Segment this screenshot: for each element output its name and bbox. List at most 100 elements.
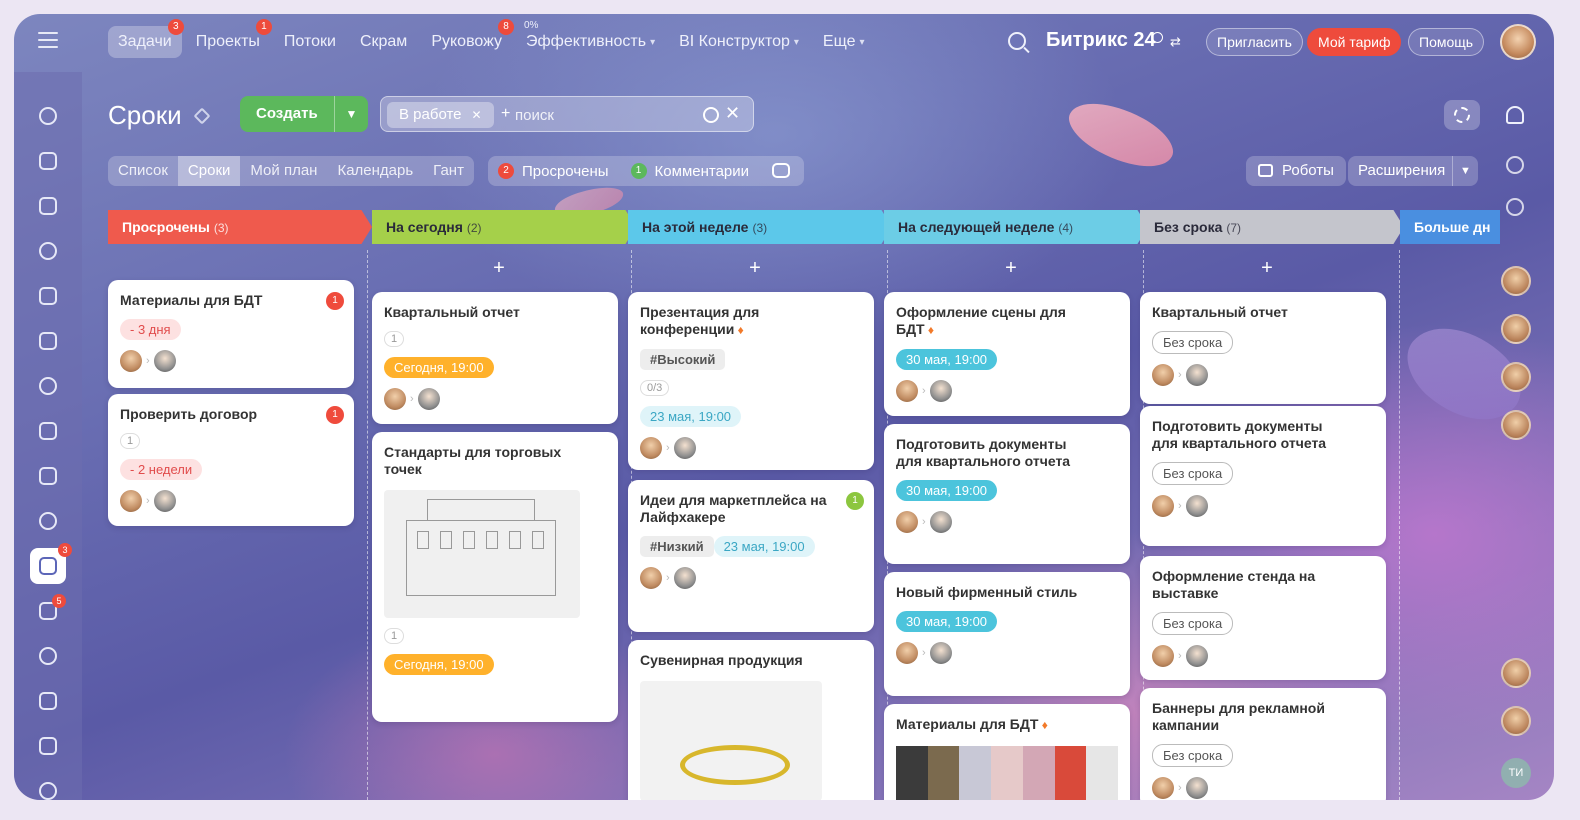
chevron-down-icon[interactable]: ▼ [1452,156,1478,186]
chevron-down-icon[interactable]: ▼ [334,96,368,132]
pin-icon[interactable] [193,107,211,125]
switch-icon[interactable]: ⇄ [1170,34,1181,50]
tab-2[interactable]: Мой план [240,156,327,186]
deadline-tag[interactable]: Сегодня, 19:00 [384,357,494,378]
sidebar-item-chat[interactable] [36,149,60,173]
task-card[interactable]: Идеи для маркетплейса на Лайфхакере 1 #Низ… [628,480,874,632]
contact-avatar[interactable] [1501,658,1531,688]
help-button[interactable]: Помощь [1408,28,1485,56]
nav-item[interactable]: BI Конструктор ▾ [669,26,809,58]
creator-avatar[interactable] [1152,777,1174,799]
sidebar-item-target[interactable] [36,239,60,263]
deadline-tag[interactable]: 30 мая, 19:00 [896,480,998,501]
creator-avatar[interactable] [640,437,662,459]
responsible-avatar[interactable] [1185,777,1208,799]
task-card[interactable]: Презентация для конференции ♦ #Высокий 0/3… [628,292,874,470]
task-title[interactable]: Сувенирная продукция [640,652,862,669]
extensions-button[interactable]: Расширения ▼ [1348,156,1478,186]
deadline-tag[interactable]: Без срока [1152,612,1234,635]
deadline-tag[interactable]: - 3 дня [120,319,181,340]
column-header[interactable]: На сегодня (2) [372,210,636,244]
copilot-icon[interactable] [1506,198,1524,216]
task-title[interactable]: Новый фирменный стиль [896,584,1118,601]
task-card[interactable]: Сувенирная продукция [628,640,874,800]
task-card[interactable]: Подготовить документы для квартального о… [1140,406,1386,546]
menu-icon[interactable] [38,32,58,48]
add-task-button[interactable]: + [884,256,1138,280]
contact-avatar[interactable] [1501,314,1531,344]
my-tariff-button[interactable]: Мой тариф [1307,28,1402,56]
nav-item[interactable]: Проекты 1 [186,19,272,58]
chat-icon[interactable] [772,163,790,178]
deadline-tag[interactable]: 30 мая, 19:00 [896,611,998,632]
task-card[interactable]: Проверить договор 1 1 - 2 недели › [108,394,354,526]
task-card[interactable]: Стандарты для торговых точек 1 Сегодня, 19… [372,432,618,722]
task-card[interactable]: Оформление стенда на выставке Без срока › [1140,556,1386,680]
sidebar-item-calendar[interactable] [36,284,60,308]
responsible-avatar[interactable] [929,380,952,402]
column-header[interactable]: Просрочены (3) [108,210,372,244]
responsible-avatar[interactable] [673,567,696,589]
priority-tag[interactable]: #Высокий [640,349,726,370]
responsible-avatar[interactable] [673,437,696,459]
sidebar-item-document[interactable] [36,329,60,353]
task-title[interactable]: Подготовить документы для квартального о… [896,436,1118,470]
search-input[interactable] [515,103,695,127]
responsible-avatar[interactable] [929,642,952,664]
tab-1[interactable]: Сроки [177,156,241,186]
responsible-avatar[interactable] [1185,364,1208,386]
contact-initials[interactable]: ТИ [1501,758,1531,788]
creator-avatar[interactable] [1152,495,1174,517]
filter-chip[interactable]: В работе ✕ [387,102,494,128]
overdue-filter[interactable]: Просрочены [522,163,609,180]
responsible-avatar[interactable] [929,511,952,533]
plus-icon[interactable]: + [501,105,510,123]
deadline-tag[interactable]: - 2 недели [120,459,203,480]
deadline-tag[interactable]: 30 мая, 19:00 [896,349,998,370]
creator-avatar[interactable] [896,511,918,533]
brand-logo[interactable]: Битрикс 24 [1046,29,1156,52]
task-title[interactable]: Баннеры для рекламной кампании [1152,700,1374,734]
sidebar-item-goal[interactable] [36,734,60,758]
nav-item[interactable]: Эффективность ▾ 0% [516,20,665,58]
search-icon[interactable] [703,107,719,123]
pulse-icon[interactable] [1506,156,1524,174]
creator-avatar[interactable] [896,642,918,664]
task-title[interactable]: Оформление стенда на выставке [1152,568,1374,602]
sidebar-item-drive[interactable] [36,419,60,443]
nav-item[interactable]: Задачи 3 [108,19,184,58]
creator-avatar[interactable] [384,388,406,410]
creator-avatar[interactable] [1152,364,1174,386]
add-task-button[interactable]: + [372,256,626,280]
task-card[interactable]: Оформление сцены для БДТ ♦ 30 мая, 19:00 › [884,292,1130,416]
task-title[interactable]: Материалы для БДТ ♦ [896,716,1118,734]
column-header[interactable]: Без срока (7) [1140,210,1404,244]
creator-avatar[interactable] [640,567,662,589]
nav-item[interactable]: Скрам [350,26,417,58]
responsible-avatar[interactable] [1185,645,1208,667]
contact-avatar[interactable] [1501,266,1531,296]
user-avatar[interactable] [1500,24,1536,60]
add-task-button[interactable]: + [628,256,882,280]
deadline-tag[interactable]: Без срока [1152,462,1234,485]
task-card[interactable]: Баннеры для рекламной кампании Без срока › [1140,688,1386,800]
creator-avatar[interactable] [1152,645,1174,667]
task-card[interactable]: Подготовить документы для квартального о… [884,424,1130,564]
task-card[interactable]: Материалы для БДТ 1 - 3 дня › [108,280,354,388]
nav-item[interactable]: Руковожу 8 [421,19,514,58]
creator-avatar[interactable] [896,380,918,402]
task-title[interactable]: Презентация для конференции ♦ [640,304,862,339]
task-title[interactable]: Идеи для маркетплейса на Лайфхакере [640,492,862,526]
responsible-avatar[interactable] [1185,495,1208,517]
close-icon[interactable]: ✕ [472,108,482,122]
task-card[interactable]: Материалы для БДТ ♦ [884,704,1130,800]
filter-search-box[interactable]: В работе ✕ + ✕ [380,96,754,132]
search-icon[interactable] [1008,32,1026,50]
deadline-tag[interactable]: Сегодня, 19:00 [384,654,494,675]
task-title[interactable]: Подготовить документы для квартального о… [1152,418,1374,452]
task-title[interactable]: Квартальный отчет [384,304,606,321]
column-header[interactable]: Больше дн [1400,210,1500,244]
sidebar-item-filter[interactable]: 5 [36,594,66,623]
nav-item[interactable]: Еще ▾ [813,26,875,58]
sidebar-item-tasks[interactable]: 3 [30,543,72,584]
